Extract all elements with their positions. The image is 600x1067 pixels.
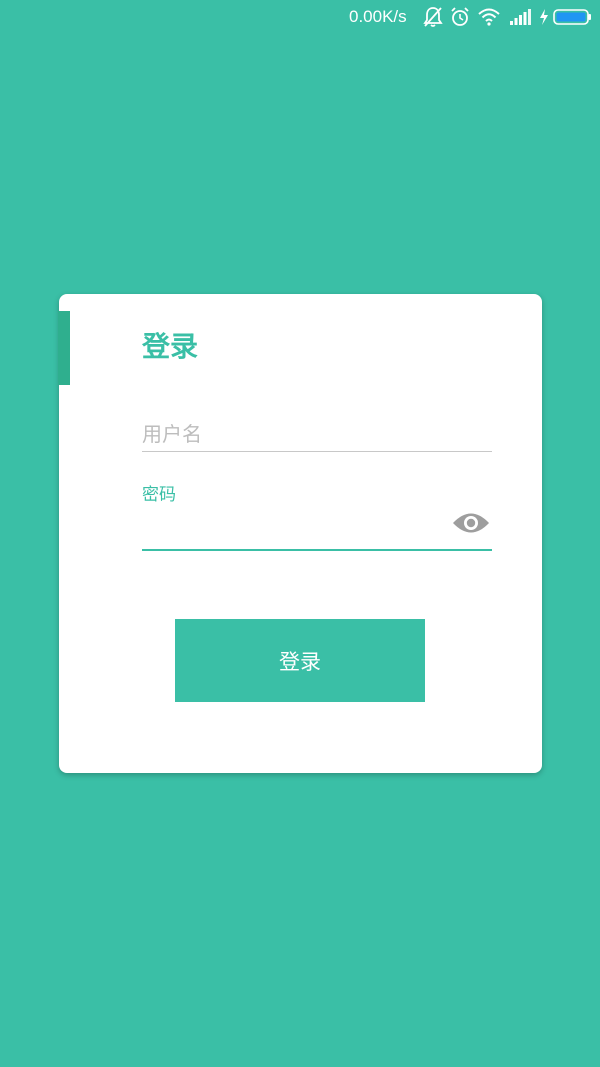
page-title: 登录 [142,330,199,363]
status-bar: 0.00K/s [0,0,600,34]
network-speed: 0.00K/s [349,7,407,26]
password-input[interactable] [142,508,492,551]
bell-off-icon [423,5,443,29]
accent-bar [58,311,70,385]
password-label: 密码 [142,485,176,505]
battery-icon [553,5,593,29]
wifi-icon [478,5,500,29]
charging-icon [539,5,549,29]
login-card: 登录 用户名 密码 登录 [58,294,542,773]
alarm-icon [450,5,470,29]
login-button[interactable]: 登录 [175,619,425,702]
eye-icon[interactable] [452,510,490,536]
signal-icon [509,5,531,29]
username-placeholder: 用户名 [142,422,202,446]
username-input[interactable]: 用户名 [142,415,492,452]
